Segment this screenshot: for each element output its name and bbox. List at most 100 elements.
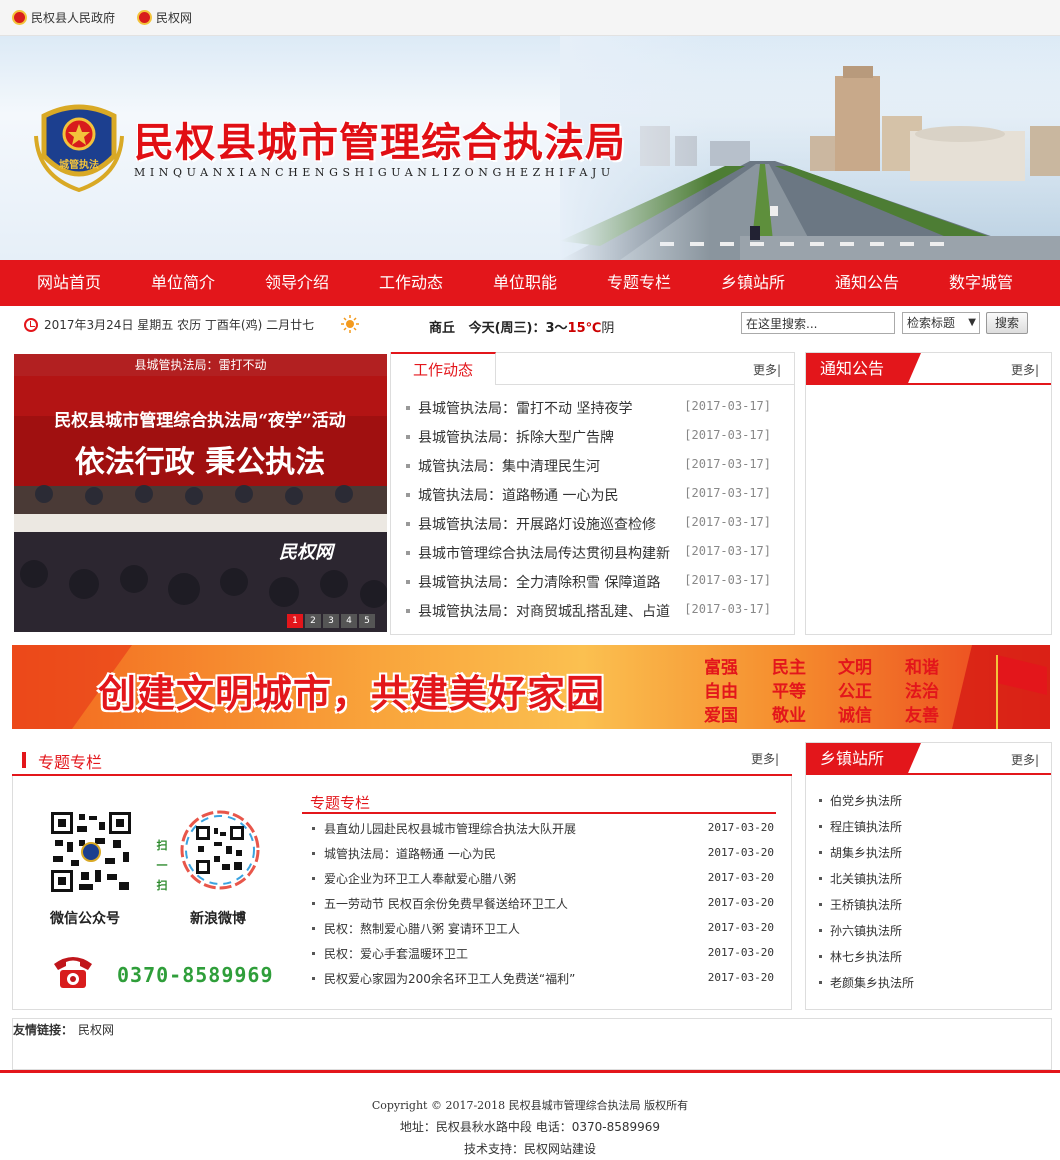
nav-special[interactable]: 专题专栏	[582, 260, 696, 306]
search-button[interactable]: 搜索	[986, 312, 1028, 334]
special-item-date: 2017-03-20	[707, 946, 774, 959]
top-link-label: 民权网	[156, 11, 193, 25]
nav-work-news[interactable]: 工作动态	[354, 260, 468, 306]
friend-link-minquan-net[interactable]: 民权网	[78, 1021, 114, 1038]
chevron-down-icon: ▼	[968, 317, 976, 328]
special-item[interactable]: 民权：熬制爱心腊八粥 宴请环卫工人 2017-03-20	[312, 920, 776, 938]
special-item[interactable]: 县直幼儿园赴民权县城市管理综合执法大队开展 2017-03-20	[312, 820, 776, 838]
value-word: 自由	[704, 682, 738, 702]
bullet-icon	[819, 877, 822, 880]
search-type-value: 检索标题	[907, 316, 956, 330]
slide-page-4[interactable]: 4	[341, 614, 357, 628]
special-item[interactable]: 爱心企业为环卫工人奉献爱心腊八粥 2017-03-20	[312, 870, 776, 888]
news-date: [2017-03-17]	[684, 515, 771, 529]
news-item[interactable]: 城管执法局：道路畅通 一心为民 [2017-03-17]	[406, 485, 771, 505]
bullet-icon	[406, 609, 410, 613]
work-news-panel: 工作动态 更多| 县城管执法局：雷打不动 坚持夜学 [2017-03-17] 县城…	[390, 352, 795, 635]
special-list-title: 专题专栏	[310, 794, 371, 812]
search-type-select[interactable]: 检索标题 ▼	[902, 312, 980, 334]
bullet-icon	[312, 852, 315, 855]
weibo-label: 新浪微博	[190, 911, 246, 927]
nav-notices[interactable]: 通知公告	[810, 260, 924, 306]
footer-support: 技术支持：民权网站建设	[463, 1142, 596, 1156]
special-item-title: 城管执法局：道路畅通 一心为民	[324, 847, 496, 861]
special-item[interactable]: 民权：爱心手套温暖环卫工 2017-03-20	[312, 945, 776, 963]
weather-sun-icon	[341, 315, 359, 333]
bullet-icon	[406, 580, 410, 584]
news-title: 县城管执法局：雷打不动 坚持夜学	[418, 401, 633, 417]
news-item[interactable]: 县城管执法局：拆除大型广告牌 [2017-03-17]	[406, 427, 771, 447]
value-word: 敬业	[772, 706, 806, 726]
town-name: 老颜集乡执法所	[830, 976, 915, 990]
special-item-date: 2017-03-20	[707, 971, 774, 984]
town-name: 王桥镇执法所	[830, 898, 903, 912]
bullet-icon	[312, 902, 315, 905]
friend-links: 友情链接： 民权网	[12, 1018, 1052, 1070]
towns-more-link[interactable]: 更多|	[1011, 751, 1039, 768]
special-item[interactable]: 民权爱心家园为200余名环卫工人免费送“福利” 2017-03-20	[312, 970, 776, 988]
news-item[interactable]: 县城管执法局：雷打不动 坚持夜学 [2017-03-17]	[406, 398, 771, 418]
slide-page-1[interactable]: 1	[287, 614, 303, 628]
slide-page-2[interactable]: 2	[305, 614, 321, 628]
value-word: 和谐	[905, 658, 939, 678]
nav-home[interactable]: 网站首页	[12, 260, 126, 306]
header-banner: 城管执法 民权县城市管理综合执法局 MINQUANXIANCHENGSHIGUA…	[0, 36, 1060, 260]
nav-towns[interactable]: 乡镇站所	[696, 260, 810, 306]
news-more-link[interactable]: 更多|	[753, 361, 781, 378]
news-item[interactable]: 城管执法局：集中清理民生河 [2017-03-17]	[406, 456, 771, 476]
nav-digital-city[interactable]: 数字城管	[924, 260, 1038, 306]
special-header: 专题专栏 更多|	[12, 744, 792, 776]
special-item[interactable]: 五一劳动节 民权百余份免费早餐送给环卫工人 2017-03-20	[312, 895, 776, 913]
news-date: [2017-03-17]	[684, 486, 771, 500]
scan-char: 扫	[156, 879, 168, 892]
news-item[interactable]: 县城市管理综合执法局传达贯彻县构建新 [2017-03-17]	[406, 543, 771, 563]
bullet-icon	[312, 927, 315, 930]
value-word: 平等	[772, 682, 806, 702]
bullet-icon	[406, 522, 410, 526]
news-item[interactable]: 县城管执法局：全力清除积雪 保障道路 [2017-03-17]	[406, 572, 771, 592]
town-name: 程庄镇执法所	[830, 820, 903, 834]
photo-slider[interactable]: 民权县城市管理综合执法局“夜学”活动 依法行政 秉公执法 民权网 县城管执法局：…	[14, 354, 387, 632]
tab-work-news[interactable]: 工作动态	[391, 352, 496, 385]
value-word: 民主	[772, 658, 806, 678]
slide-page-3[interactable]: 3	[323, 614, 339, 628]
emblem-icon	[12, 10, 27, 25]
top-link-government[interactable]: 民权县人民政府	[12, 9, 115, 27]
weather-day: 今天(周三)：	[468, 321, 546, 336]
bullet-icon	[312, 827, 315, 830]
nav-leaders[interactable]: 领导介绍	[240, 260, 354, 306]
news-date: [2017-03-17]	[684, 602, 771, 616]
town-name: 伯党乡执法所	[830, 794, 903, 808]
site-subtitle: MINQUANXIANCHENGSHIGUANLIZONGHEZHIFAJU	[134, 166, 615, 179]
nav-unit-intro[interactable]: 单位简介	[126, 260, 240, 306]
special-item-title: 县直幼儿园赴民权县城市管理综合执法大队开展	[324, 822, 577, 836]
special-list-header: 专题专栏	[302, 790, 776, 814]
towns-underline	[806, 773, 1051, 775]
value-word: 富强	[704, 658, 738, 678]
news-item[interactable]: 县城管执法局：开展路灯设施巡查检修 [2017-03-17]	[406, 514, 771, 534]
nav-functions[interactable]: 单位职能	[468, 260, 582, 306]
slide-page-5[interactable]: 5	[359, 614, 375, 628]
town-name: 北关镇执法所	[830, 872, 903, 886]
bullet-icon	[819, 981, 822, 984]
top-link-minquan-net[interactable]: 民权网	[137, 9, 192, 27]
value-word: 法治	[905, 682, 939, 702]
bullet-icon	[819, 825, 822, 828]
town-name: 林七乡执法所	[830, 950, 903, 964]
wechat-qr-code	[51, 812, 131, 892]
news-item[interactable]: 县城管执法局：对商贸城乱搭乱建、占道 [2017-03-17]	[406, 601, 771, 621]
ad-slogan: 创建文明城市，共建美好家园	[98, 671, 606, 716]
notice-more-link[interactable]: 更多|	[1011, 361, 1039, 378]
value-word: 公正	[838, 682, 872, 702]
search-input[interactable]	[741, 312, 895, 334]
clock-icon	[24, 318, 38, 332]
value-word: 爱国	[704, 706, 738, 726]
civic-ad-banner[interactable]: 创建文明城市，共建美好家园 富强 民主 文明 和谐 自由 平等 公正 法治 爱国…	[12, 645, 1050, 729]
weather-high: 15℃	[567, 321, 602, 336]
footer-divider	[0, 1070, 1060, 1073]
special-more-link[interactable]: 更多|	[751, 750, 779, 767]
value-word: 诚信	[838, 706, 872, 726]
news-tab-header: 工作动态	[391, 352, 794, 385]
notice-underline	[806, 383, 1051, 385]
special-item[interactable]: 城管执法局：道路畅通 一心为民 2017-03-20	[312, 845, 776, 863]
